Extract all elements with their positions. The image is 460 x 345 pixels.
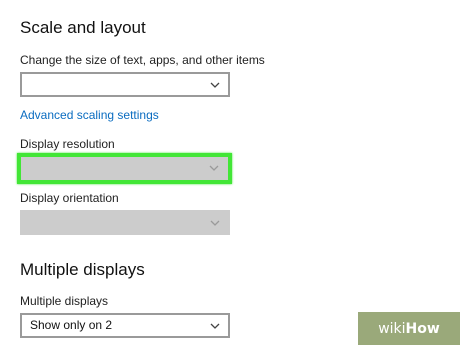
highlight-box xyxy=(17,153,232,184)
display-orientation-dropdown[interactable] xyxy=(20,210,230,235)
watermark-wiki: wiki xyxy=(378,320,406,337)
wikihow-watermark: wiki How xyxy=(358,312,460,345)
watermark-how: How xyxy=(405,320,440,337)
multiple-displays-dropdown[interactable]: Show only on 2 xyxy=(20,313,230,338)
advanced-scaling-link[interactable]: Advanced scaling settings xyxy=(20,108,159,122)
chevron-down-icon xyxy=(210,220,220,226)
display-orientation-label: Display orientation xyxy=(20,191,119,205)
chevron-down-icon xyxy=(209,165,219,171)
chevron-down-icon xyxy=(210,323,220,329)
section-title-scale-layout: Scale and layout xyxy=(20,18,146,37)
display-resolution-dropdown[interactable] xyxy=(21,157,228,180)
multiple-displays-value: Show only on 2 xyxy=(30,318,113,332)
multiple-displays-label: Multiple displays xyxy=(20,294,109,308)
display-resolution-label: Display resolution xyxy=(20,137,115,151)
section-title-multiple-displays: Multiple displays xyxy=(20,260,145,279)
chevron-down-icon xyxy=(210,82,220,88)
size-label: Change the size of text, apps, and other… xyxy=(20,53,265,67)
size-dropdown[interactable] xyxy=(20,72,230,97)
